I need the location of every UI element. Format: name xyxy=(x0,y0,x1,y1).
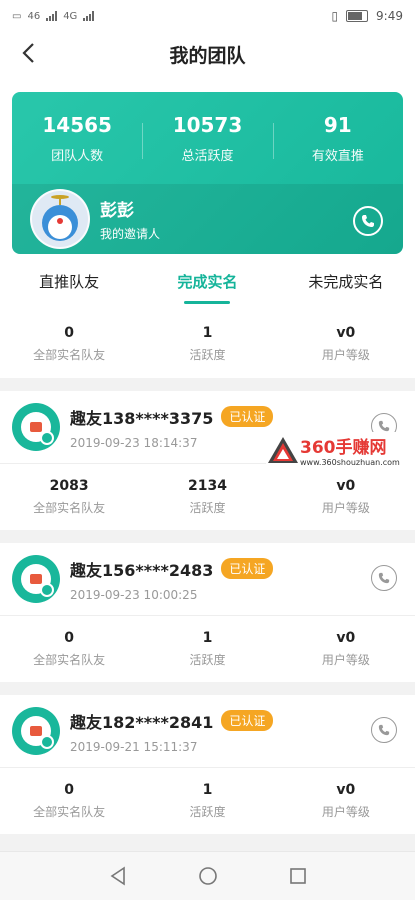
battery-icon xyxy=(346,10,369,22)
clock: 9:49 xyxy=(376,9,403,23)
overview-value: v0 xyxy=(336,325,356,341)
member-stat-value: 0 xyxy=(64,782,75,798)
stat-team-size: 14565 团队人数 xyxy=(12,113,142,164)
member-stat-label: 全部实名队友 xyxy=(33,501,106,515)
tab-bar: 直推队友 完成实名 未完成实名 xyxy=(0,254,415,310)
member-stat-label: 活跃度 xyxy=(189,653,226,667)
stat-label: 总活跃度 xyxy=(181,148,234,164)
tab-unverified[interactable]: 未完成实名 xyxy=(277,254,415,310)
carrier-label-2: 4G xyxy=(63,10,78,22)
page-title: 我的团队 xyxy=(169,45,246,67)
member-join-time: 2019-09-23 10:00:25 xyxy=(70,587,198,602)
sim-icon: ▭ xyxy=(12,10,22,22)
member-card[interactable]: 趣友182****2841 已认证 2019-09-21 15:11:37 0 全部… xyxy=(0,695,415,834)
phone-icon[interactable] xyxy=(371,565,397,591)
stat-value: 14565 xyxy=(42,112,112,137)
member-stat-label: 用户等级 xyxy=(321,805,370,819)
inviter-row: 彭彭 我的邀请人 xyxy=(12,184,403,254)
stat-total-activity: 10573 总活跃度 xyxy=(142,113,272,164)
watermark-url: www.360shouzhuan.com xyxy=(300,458,400,467)
member-name: 趣友156****2483 xyxy=(70,560,214,580)
member-stat-value: v0 xyxy=(336,782,356,798)
member-stat-value: 2134 xyxy=(188,478,227,494)
phone-icon[interactable] xyxy=(353,206,383,236)
overview-label: 活跃度 xyxy=(189,348,226,362)
watermark-logo xyxy=(268,437,298,463)
vibrate-icon: ▯ xyxy=(331,9,339,23)
member-stat-value: 1 xyxy=(202,782,213,798)
member-stat-label: 活跃度 xyxy=(189,805,226,819)
member-stat-value: v0 xyxy=(336,630,356,646)
member-stat-value: 2083 xyxy=(49,478,89,494)
back-arrow-icon[interactable] xyxy=(18,42,40,64)
nav-back-icon[interactable] xyxy=(107,865,129,887)
member-stat-value: 1 xyxy=(202,630,213,646)
watermark-title: 360手赚网 xyxy=(300,438,387,458)
inviter-avatar xyxy=(30,189,90,249)
stat-label: 有效直推 xyxy=(311,148,364,164)
tab-verified[interactable]: 完成实名 xyxy=(138,254,276,310)
stat-label: 团队人数 xyxy=(51,148,104,164)
signal-icon xyxy=(46,11,58,21)
member-join-time: 2019-09-21 15:11:37 xyxy=(70,739,198,754)
overview-value: 0 xyxy=(64,325,75,341)
inviter-role: 我的邀请人 xyxy=(100,227,161,241)
member-avatar xyxy=(12,555,60,603)
member-stat-value: 0 xyxy=(64,630,75,646)
member-card[interactable]: 趣友156****2483 已认证 2019-09-23 10:00:25 0 全部… xyxy=(0,543,415,682)
member-stat-label: 用户等级 xyxy=(321,653,370,667)
app-header: 我的团队 xyxy=(0,32,415,77)
stat-valid-direct: 91 有效直推 xyxy=(272,112,403,164)
signal-icon-2 xyxy=(83,11,95,21)
verified-badge: 已认证 xyxy=(221,406,274,427)
nav-home-icon[interactable] xyxy=(197,865,219,887)
overview-value: 1 xyxy=(202,325,213,341)
nav-recents-icon[interactable] xyxy=(287,865,309,887)
member-stat-value: v0 xyxy=(336,478,356,494)
status-bar: ▭ 46 4G ▯ 9:49 xyxy=(0,0,415,32)
verified-badge: 已认证 xyxy=(221,710,274,731)
team-summary-card: 14565 团队人数 10573 总活跃度 91 有效直推 彭彭 我的邀请人 xyxy=(12,92,403,254)
verified-badge: 已认证 xyxy=(221,558,274,579)
system-nav-bar xyxy=(0,851,415,900)
member-name: 趣友138****3375 xyxy=(70,408,214,428)
member-avatar xyxy=(12,707,60,755)
carrier-label-1: 46 xyxy=(27,10,41,22)
member-stat-label: 全部实名队友 xyxy=(33,805,106,819)
stat-value: 10573 xyxy=(172,112,243,137)
tab-direct-teammates[interactable]: 直推队友 xyxy=(0,254,138,310)
overview-label: 全部实名队友 xyxy=(33,348,106,362)
stat-value: 91 xyxy=(323,112,352,137)
inviter-name: 彭彭 xyxy=(100,201,134,221)
member-join-time: 2019-09-23 18:14:37 xyxy=(70,435,198,450)
member-name: 趣友182****2841 xyxy=(70,712,214,732)
member-stat-label: 全部实名队友 xyxy=(33,653,106,667)
member-stat-label: 用户等级 xyxy=(321,501,370,515)
overview-row: 0 全部实名队友 1 活跃度 v0 用户等级 xyxy=(0,310,415,378)
phone-icon[interactable] xyxy=(371,717,397,743)
member-avatar xyxy=(12,403,60,451)
watermark: 360手赚网 www.360shouzhuan.com xyxy=(266,432,415,468)
overview-label: 用户等级 xyxy=(321,348,370,362)
member-stat-label: 活跃度 xyxy=(189,501,226,515)
